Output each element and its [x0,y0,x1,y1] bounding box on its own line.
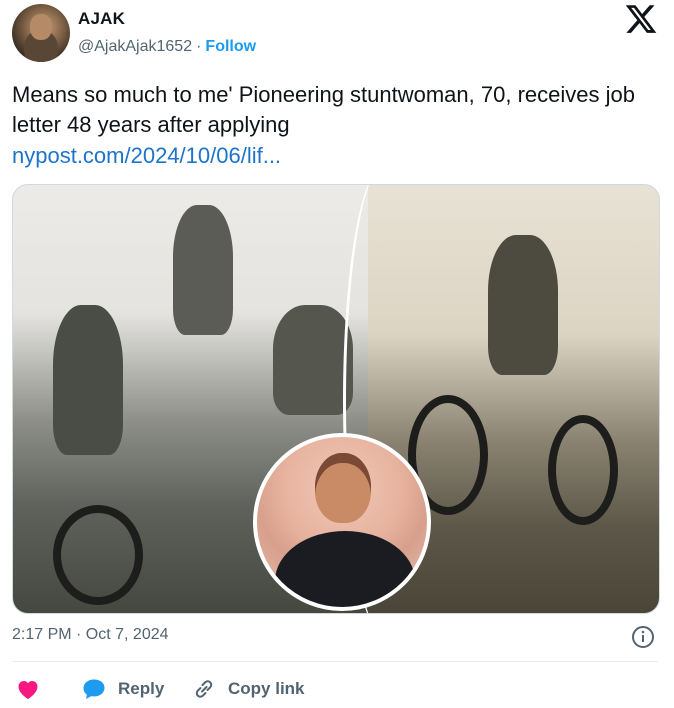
x-logo-icon[interactable] [624,2,658,36]
heart-icon [18,681,38,699]
reply-label: Reply [118,679,165,698]
reply-bubble-icon [83,679,105,699]
reply-button[interactable]: Reply [82,673,164,705]
photo-portrait-inset [253,433,431,611]
handle-row: @AjakAjak1652 · Follow [78,38,256,56]
link-icon [195,680,213,698]
display-name[interactable]: AJAK [78,9,125,29]
tweet-text: Means so much to me' Pioneering stuntwom… [12,82,635,137]
tweet-link[interactable]: nypost.com/2024/10/06/lif... [12,141,281,171]
follow-button[interactable]: Follow [205,38,256,55]
timestamp[interactable]: 2:17 PM · Oct 7, 2024 [12,626,169,644]
user-handle[interactable]: @AjakAjak1652 [78,38,192,55]
tweet-card: AJAK @AjakAjak1652 · Follow Means so much … [0,0,674,708]
separator-dot: · [196,38,202,55]
copy-link-label: Copy link [228,679,305,698]
like-button[interactable] [16,673,52,705]
info-icon[interactable] [631,625,655,649]
avatar[interactable] [12,4,70,62]
tweet-media[interactable] [12,184,660,614]
divider [12,661,658,662]
action-bar: Reply Copy link [12,673,658,705]
copy-link-button[interactable]: Copy link [192,673,305,705]
